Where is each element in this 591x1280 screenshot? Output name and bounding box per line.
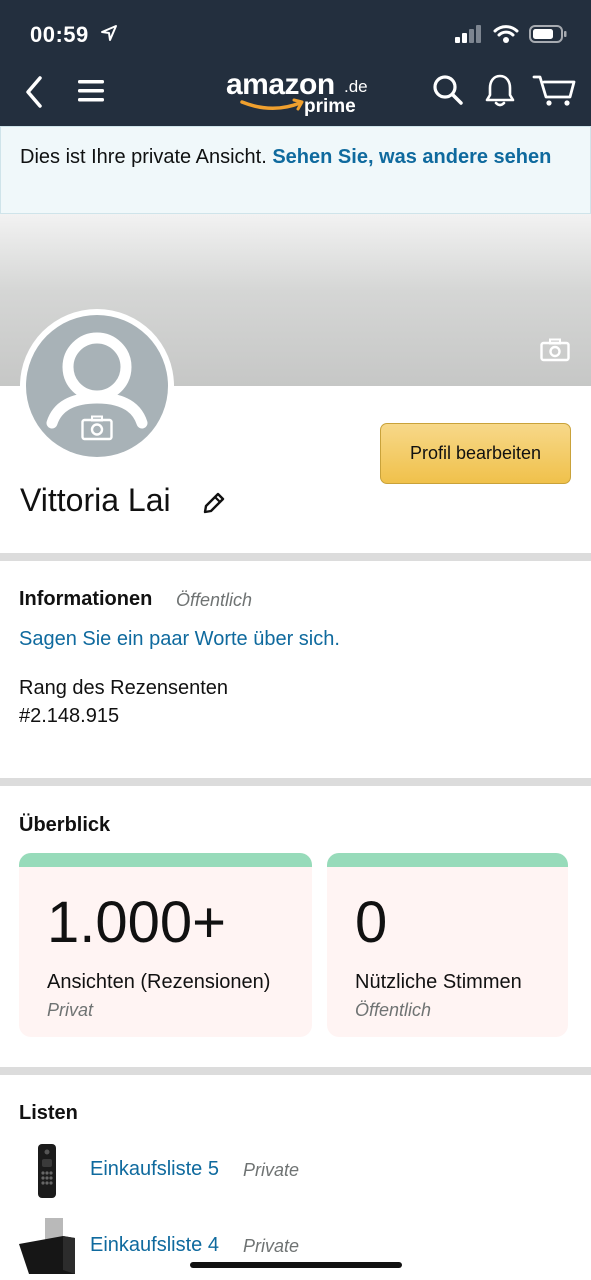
section-divider xyxy=(0,553,591,561)
logo-prime: prime xyxy=(304,96,356,117)
card-accent xyxy=(327,853,568,867)
top-bar: 00:59 amazon .de prime xyxy=(0,0,591,126)
camera-icon[interactable] xyxy=(81,415,113,446)
lists-title: Listen xyxy=(19,1102,78,1124)
section-divider xyxy=(0,778,591,786)
battery-icon xyxy=(529,24,567,49)
wifi-icon xyxy=(493,24,519,49)
camera-icon[interactable] xyxy=(540,338,570,367)
notice-text: Dies ist Ihre private Ansicht. xyxy=(20,146,267,168)
reviewer-rank-label: Rang des Rezensenten xyxy=(19,677,229,699)
stat-card-helpful-votes: 0 Nützliche Stimmen Öffentlich xyxy=(327,853,568,1037)
stat-card-views: 1.000+ Ansichten (Rezensionen) Privat xyxy=(19,853,312,1037)
location-arrow-icon xyxy=(100,24,118,47)
stat-label: Ansichten (Rezensionen) xyxy=(47,971,271,993)
back-chevron-icon[interactable] xyxy=(20,74,50,110)
info-heading: Informationen xyxy=(19,588,153,610)
cart-icon[interactable] xyxy=(532,72,576,113)
see-public-view-link[interactable]: Sehen Sie, was andere sehen xyxy=(272,146,551,168)
logo-tld: .de xyxy=(344,77,368,96)
remote-control-thumbnail xyxy=(19,1142,75,1205)
info-title: Informationen xyxy=(19,588,152,611)
list-visibility: Private xyxy=(243,1236,300,1256)
bell-icon[interactable] xyxy=(484,72,516,113)
stat-visibility: Öffentlich xyxy=(355,1000,432,1020)
profile-name: Vittoria Lai xyxy=(20,482,171,518)
overview-title: Überblick xyxy=(19,814,111,836)
reviewer-rank-value: #2.148.915 xyxy=(19,705,120,727)
amazon-prime-logo[interactable]: amazon .de prime xyxy=(226,68,376,120)
stat-number: 0 xyxy=(355,890,388,955)
list-name[interactable]: Einkaufsliste 4 xyxy=(90,1234,219,1257)
section-divider xyxy=(0,1067,591,1075)
edit-profile-button[interactable]: Profil bearbeiten xyxy=(380,423,571,484)
cellular-signal-icon xyxy=(455,25,483,48)
stat-number: 1.000+ xyxy=(47,890,227,955)
avatar[interactable] xyxy=(26,315,168,457)
card-accent xyxy=(19,853,312,867)
private-view-notice: Dies ist Ihre private Ansicht. Sehen Sie… xyxy=(0,126,591,214)
amazon-smile-icon xyxy=(240,98,306,119)
info-visibility: Öffentlich xyxy=(176,590,253,610)
list-item[interactable]: Einkaufsliste 5 Private xyxy=(0,1140,591,1200)
about-me-link[interactable]: Sagen Sie ein paar Worte über sich. xyxy=(19,628,340,651)
hamburger-menu-icon[interactable] xyxy=(76,76,108,106)
status-icons xyxy=(455,24,567,49)
range-hood-thumbnail xyxy=(19,1216,77,1280)
pencil-icon[interactable] xyxy=(201,490,227,521)
list-name[interactable]: Einkaufsliste 5 xyxy=(90,1158,219,1181)
status-time: 00:59 xyxy=(30,22,89,47)
home-indicator[interactable] xyxy=(190,1262,402,1268)
stat-visibility: Privat xyxy=(47,1000,94,1020)
list-visibility: Private xyxy=(243,1160,300,1180)
stat-label: Nützliche Stimmen xyxy=(355,971,522,993)
search-icon[interactable] xyxy=(432,74,464,111)
